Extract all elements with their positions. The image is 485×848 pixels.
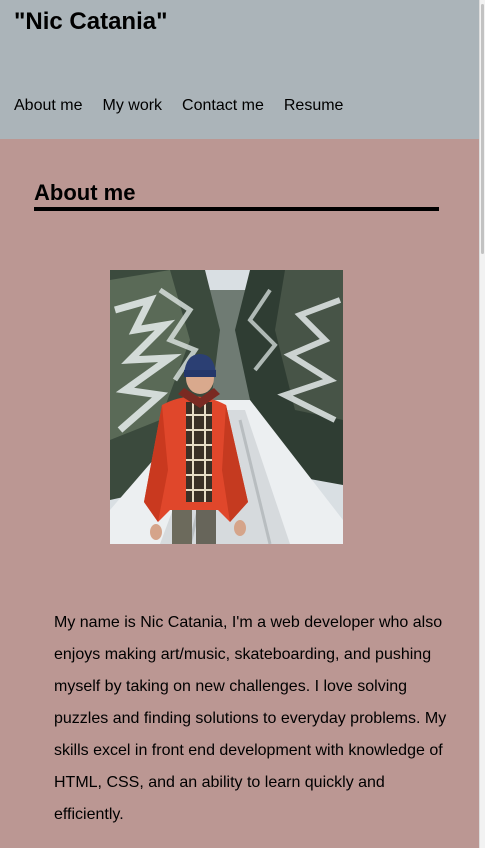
profile-photo [110, 270, 343, 544]
main-nav: About me My work Contact me Resume [14, 96, 363, 116]
bio-text: My name is Nic Catania, I'm a web develo… [54, 614, 447, 823]
nav-link-contact-me[interactable]: Contact me [182, 96, 264, 116]
about-section: About me My name is Nic Catania, I'm a w… [0, 139, 479, 848]
nav-link-about-me[interactable]: About me [14, 96, 82, 116]
section-heading: About me [34, 179, 439, 211]
site-header: "Nic Catania" About me My work Contact m… [0, 0, 479, 139]
site-title: "Nic Catania" [14, 8, 168, 35]
scrollbar-thumb[interactable] [481, 4, 484, 254]
page: "Nic Catania" About me My work Contact m… [0, 0, 485, 848]
nav-link-my-work[interactable]: My work [102, 96, 162, 116]
nav-link-resume[interactable]: Resume [284, 96, 344, 116]
